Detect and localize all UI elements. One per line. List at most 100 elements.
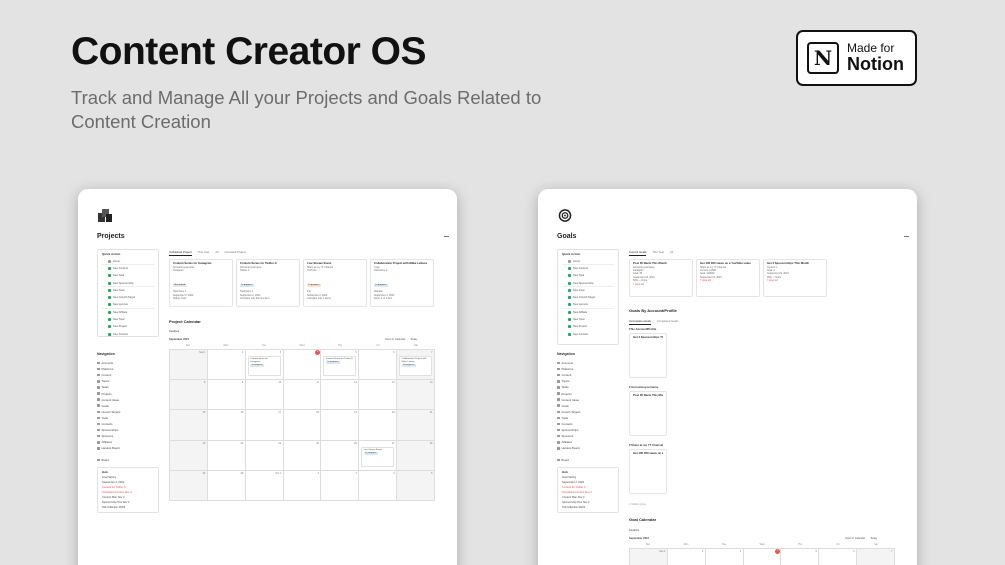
hub-item[interactable]: September 2, 2024 [562,481,584,485]
goal-card[interactable]: Get 100 000 views on a YouTube video [629,449,667,494]
quick-action-new-sponsor[interactable]: New sponsor [568,303,588,307]
goal-card[interactable]: Get 4 Sponsorships This Month [629,333,667,378]
tab-incomplete-goals[interactable]: Incomplete Goals [629,319,651,325]
calendar-day[interactable]: 7 Collaboration Project with Make Lettuce… [397,350,435,381]
calendar-event[interactable]: Live Stream Event In progress [361,446,395,467]
calendar-day[interactable]: 12 [321,380,360,411]
quick-action-new-topic[interactable]: New Topic [568,317,585,322]
calendar-view-label[interactable]: Deadline [169,330,179,334]
quick-action-new-affiliate[interactable]: New Affiliate [108,310,127,314]
calendar-day[interactable]: 2 [283,470,322,501]
calendar-day[interactable]: 5 [781,549,820,565]
calendar-event[interactable]: Content Series for Instagram In progress [247,356,281,376]
quick-action-new-growth-target[interactable]: New Growth Target [108,296,135,300]
calendar-day[interactable]: 26 [321,440,360,471]
nav-item-sponsors[interactable]: Sponsors [557,434,573,438]
goal-card[interactable]: Post 35 Reels This Month Accountreyournam… [629,259,693,297]
nav-item-accounts[interactable]: Accounts [557,361,573,365]
nav-item-tasks[interactable]: Tasks [97,385,109,389]
hub-item[interactable]: Sponsorship This Nov 3 [102,501,130,505]
calendar-day[interactable]: 8 [170,380,208,411]
nav-item-board[interactable]: Board [97,458,109,462]
goal-card[interactable]: Get 100 000 views on a YouTube video Shar… [696,259,760,297]
quick-action-new-contact[interactable]: New Contact [108,332,128,336]
calendar-day[interactable]: 18 [283,410,322,441]
calendar-day[interactable]: 3 Content Series for Instagram In progress [245,350,284,381]
nav-item-sponsors[interactable]: Sponsors [97,434,113,438]
nav-item-affiliates[interactable]: Affiliates [97,440,112,444]
quick-action-home[interactable]: Home [108,259,120,263]
nav-item-topics[interactable]: Topics [557,379,569,383]
calendar-day[interactable]: 3 [321,470,360,501]
nav-item-goals[interactable]: Goals [97,404,109,408]
nav-item-tools[interactable]: Tools [97,416,108,420]
calendar-event[interactable]: Collaboration Project with Make Lettuce I… [399,356,432,376]
nav-item-content[interactable]: Content [97,373,111,377]
calendar-day[interactable]: Sep 1 [630,549,668,565]
nav-item-topics[interactable]: Topics [97,379,109,383]
tab-all[interactable]: All [215,250,218,256]
quick-action-new-sponsorship[interactable]: New Sponsorship [108,281,133,285]
nav-item-contacts[interactable]: Contacts [97,422,113,426]
hub-item[interactable]: Content for Twitter X [562,486,586,490]
tab-unfinished-project[interactable]: Unfinished Project [169,250,192,256]
nav-item-platforms[interactable]: Platforms [557,367,573,371]
calendar-day[interactable]: 2 [667,549,706,565]
calendar-day[interactable]: 16 [207,410,246,441]
quick-action-new-project[interactable]: New Project [568,325,587,329]
project-card[interactable]: Live Stream Event Share at my YT Channel Y… [303,259,367,307]
calendar-day[interactable]: 7 [857,549,895,565]
tab-this-year[interactable]: This Year [198,250,210,256]
calendar-day[interactable]: 6 [819,549,858,565]
project-card[interactable]: Content Series for Instagram Accountreyou… [169,259,233,307]
nav-item-content-ideas[interactable]: Content Ideas [557,398,579,402]
tab-completed-goals[interactable]: Completed Goals [657,319,679,325]
account-group-header[interactable]: ▾ Share at my YT Channel [629,443,663,447]
calendar-day[interactable]: 10 [245,380,284,411]
hub-item[interactable]: Goal Setting [562,476,576,480]
calendar-day[interactable]: 23 [207,440,246,471]
collapse-icon[interactable] [904,236,909,237]
calendar-event[interactable]: Content Series for Twitter-X In progress [323,356,357,376]
hub-item[interactable]: September 2, 2024 [102,481,124,485]
hub-item[interactable]: Goal Setting [102,476,116,480]
calendar-day[interactable]: 4 [283,350,322,381]
tab-current-goals[interactable]: Current Goals [629,250,647,256]
hub-item[interactable]: Scheduled Content Due 3 [562,491,592,495]
goal-card[interactable]: Post 35 Reels This Month [629,391,667,436]
quick-action-home[interactable]: Home [568,259,580,263]
nav-item-tasks[interactable]: Tasks [557,385,569,389]
nav-item-contacts[interactable]: Contacts [557,422,573,426]
nav-item-content[interactable]: Content [557,373,571,377]
calendar-day[interactable]: 6 [359,350,398,381]
calendar-view-label[interactable]: Deadline [629,529,639,533]
calendar-day[interactable]: 13 [359,380,398,411]
nav-item-hardest-board[interactable]: Hardest Board [557,446,580,450]
quick-action-new-sponsorship[interactable]: New Sponsorship [568,281,593,285]
hub-item[interactable]: Content Plan Nov 3 [562,496,585,500]
open-in-calendar-button[interactable]: Open in Calendar [385,338,405,341]
calendar-day[interactable]: 21 [397,410,435,441]
nav-item-content-ideas[interactable]: Content Ideas [97,398,119,402]
nav-item-projects[interactable]: Projects [97,392,112,396]
hub-item[interactable]: Sponsorship This Nov 3 [562,501,590,505]
calendar-day[interactable]: 22 [170,440,208,471]
nav-item-accounts[interactable]: Accounts [97,361,113,365]
hub-item[interactable]: Tall Collection 06/04 [562,506,585,510]
calendar-day[interactable]: 11 [283,380,322,411]
quick-action-new-project[interactable]: New Project [108,325,127,329]
calendar-day[interactable]: 20 [359,410,398,441]
calendar-day[interactable]: 5 Content Series for Twitter-X In progress [321,350,360,381]
quick-action-new-topic[interactable]: New Topic [108,317,125,322]
nav-item-affiliates[interactable]: Affiliates [557,440,572,444]
calendar-day[interactable]: 14 [397,380,435,411]
calendar-day[interactable]: 9 [207,380,246,411]
nav-item-platforms[interactable]: Platforms [97,367,113,371]
project-card[interactable]: Content Series for Twitter-X Accountreyou… [236,259,300,307]
nav-item-board[interactable]: Board [557,458,569,462]
calendar-day[interactable]: 19 [321,410,360,441]
nav-item-tools[interactable]: Tools [557,416,568,420]
calendar-day[interactable]: 24 [245,440,284,471]
collapse-icon[interactable] [444,236,449,237]
nav-item-projects[interactable]: Projects [557,392,572,396]
